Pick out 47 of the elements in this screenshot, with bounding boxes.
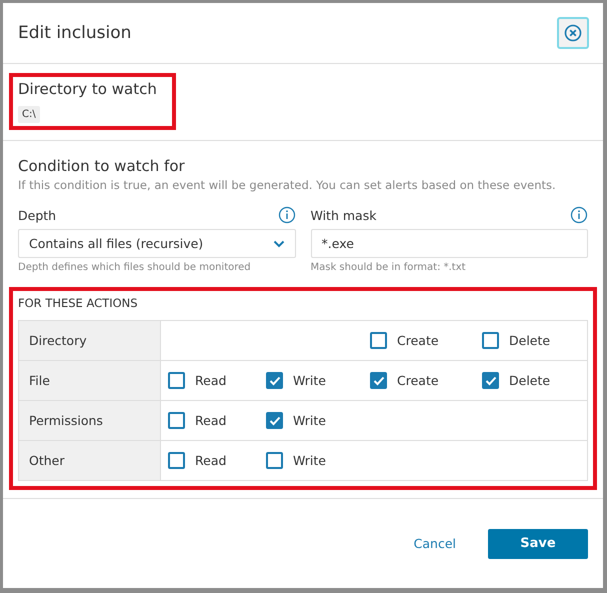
close-icon [564,24,582,42]
checkmark-icon [484,376,496,386]
checkbox[interactable] [482,372,499,389]
checkbox-label: Delete [509,333,550,348]
section-heading: FOR THESE ACTIONS [18,296,139,310]
checkbox[interactable] [370,372,387,389]
checkbox[interactable] [482,332,499,349]
checkbox[interactable] [266,412,283,429]
checkmark-icon [268,376,280,386]
field-label: With mask [310,208,376,222]
close-button[interactable] [557,17,589,49]
dialog-title: Edit inclusion [18,23,132,43]
section-description: If this condition is true, an event will be generated. You can set alerts based on these events. [18,178,557,192]
checkmark-icon [268,416,280,426]
checkbox[interactable] [168,412,185,429]
depth-dropdown[interactable]: Contains all files (recursive) [18,229,296,258]
cancel-button[interactable]: Cancel [408,535,462,552]
checkbox[interactable] [168,452,185,469]
checkbox[interactable] [266,452,283,469]
field-label: Depth [18,208,56,222]
checkbox-label: Read [195,413,226,428]
checkbox-label: Write [293,373,326,388]
checkbox-label: Create [397,333,439,348]
checkbox-label: Read [195,453,226,468]
checkbox-label: Write [293,453,326,468]
info-icon[interactable] [570,206,588,224]
checkmark-icon [372,376,384,386]
path-tag: C:\ [18,106,40,123]
field-hint: Depth defines which files should be monitored [18,262,252,273]
checkbox-label: Delete [509,373,550,388]
checkbox-label: Write [293,413,326,428]
info-icon[interactable] [278,206,296,224]
row-header-cell: Directory [19,321,161,361]
mask-input-field[interactable]: *.exe [310,229,588,258]
section-heading: Directory to watch [18,80,157,98]
section-heading: Condition to watch for [18,157,186,175]
checkbox[interactable] [168,372,185,389]
field-hint: Mask should be in format: *.txt [310,262,467,273]
checkbox[interactable] [370,332,387,349]
checkbox-label: Create [397,373,439,388]
checkbox-label: Read [195,373,226,388]
row-header-cell: File [19,361,161,401]
checkbox[interactable] [266,372,283,389]
row-header-cell: Other [19,441,161,480]
row-header-cell: Permissions [19,401,161,441]
save-button[interactable]: Save [488,528,588,558]
chevron-down-icon [272,240,284,248]
